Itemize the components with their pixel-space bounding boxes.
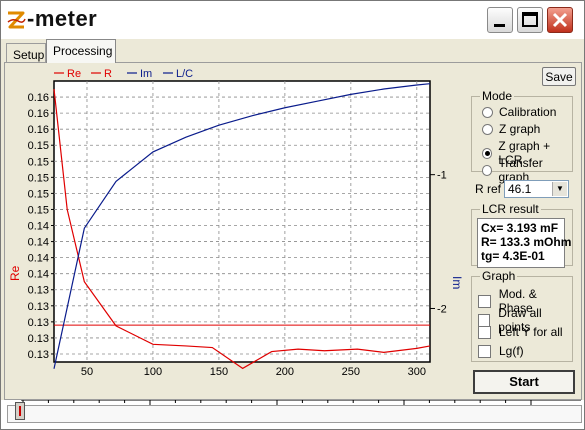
maximize-icon — [522, 12, 538, 27]
minimize-button[interactable] — [487, 7, 513, 33]
app-window: -meter Setup Processing Save Re R Im L/C 0.… — [0, 0, 585, 430]
app-title: -meter — [27, 6, 98, 31]
right-axis-ticks: -1 -2 — [430, 170, 447, 315]
graph-options-group: Graph Mod. & Phase Draw all points Left … — [471, 269, 573, 362]
left-tick-label: 0.13 — [28, 349, 49, 361]
scale-tick-label: 15000 — [394, 400, 425, 402]
checkbox-icon — [478, 344, 491, 358]
chart-legend: Re R Im L/C — [54, 68, 193, 80]
graph-options-label: Graph — [480, 269, 518, 283]
mode-z-graph-radio[interactable]: Z graph — [482, 122, 540, 136]
left-tick-label: 0.15 — [28, 204, 49, 216]
impedance-chart: Re R Im L/C 0.160.160.160.150.150.150.150.1… — [8, 68, 464, 378]
left-tick-label: 0.15 — [28, 172, 49, 184]
slider-marker — [19, 406, 21, 416]
left-tick-label: 0.14 — [28, 221, 49, 233]
left-tick-label: 0.15 — [28, 188, 49, 200]
mode-calibration-radio[interactable]: Calibration — [482, 105, 556, 119]
left-tick-label: 0.13 — [28, 333, 49, 345]
scale-tick-label: 20000 — [516, 400, 547, 402]
legend-label: R — [104, 68, 112, 80]
left-y-for-all-checkbox[interactable]: Left Y for all — [478, 325, 563, 339]
legend-label: Re — [67, 68, 81, 80]
scale-tick-label: 5000 — [144, 400, 168, 402]
frequency-slider-track[interactable] — [7, 405, 582, 423]
right-axis-label: Im — [450, 276, 464, 289]
checkbox-label: Left Y for all — [499, 325, 563, 339]
frequency-slider-thumb[interactable] — [15, 402, 25, 420]
radio-icon — [482, 106, 493, 118]
x-axis-ticks: 50 100 150 200 250 300 — [81, 366, 426, 378]
left-tick-label: 0.15 — [28, 140, 49, 152]
rref-label: R ref — [475, 182, 502, 196]
left-axis-ticks: 0.16 0.16 0.16 0.15 0.15 0.15 0.15 0.15 0.14 0.14… — [28, 92, 54, 361]
left-tick-label: 0.16 — [28, 108, 49, 120]
radio-label: Calibration — [499, 105, 557, 119]
left-tick-label: 0.13 — [28, 285, 49, 297]
radio-icon — [482, 123, 493, 135]
left-tick-label: 0.13 — [28, 317, 49, 329]
rref-value: 46.1 — [508, 182, 532, 196]
x-tick-label: 100 — [144, 366, 162, 378]
left-tick-label: 0.13 — [28, 301, 49, 313]
legend-label: Im — [140, 68, 152, 80]
lcr-resistance: R= 133.3 mOhm — [481, 235, 572, 249]
title-bar: -meter — [1, 1, 584, 39]
plot-area — [53, 80, 431, 363]
lcr-capacitance: Cx= 3.193 mF — [481, 221, 559, 235]
start-button[interactable]: Start — [473, 370, 575, 394]
left-tick-label: 0.15 — [28, 156, 49, 168]
close-button[interactable] — [547, 7, 573, 33]
save-button[interactable]: Save — [542, 67, 576, 86]
z-logo-icon — [7, 11, 26, 29]
left-tick-label: 0.14 — [28, 253, 49, 265]
left-tick-label: 0.14 — [28, 269, 49, 281]
checkbox-label: Lg(f) — [499, 344, 524, 358]
x-tick-label: 150 — [210, 366, 228, 378]
scale-tick-label: 10000 — [271, 400, 302, 402]
mode-group: Mode Calibration Z graph Z graph + LCR T… — [471, 89, 573, 184]
lcr-result-label: LCR result — [480, 202, 541, 216]
x-tick-label: 50 — [81, 366, 93, 378]
checkbox-icon — [478, 325, 491, 339]
x-tick-label: 250 — [342, 366, 360, 378]
legend-label: L/C — [176, 68, 193, 80]
lcr-result-box: Cx= 3.193 mF R= 133.3 mOhm tg= 4.3E-01 — [477, 218, 572, 268]
left-tick-label: 0.16 — [28, 92, 49, 104]
x-tick-label: 300 — [408, 366, 426, 378]
right-tick-label: -2 — [437, 303, 447, 315]
left-tick-label: 0.16 — [28, 124, 49, 136]
lcr-tangent: tg= 4.3E-01 — [481, 249, 545, 263]
right-tick-label: -1 — [437, 170, 447, 182]
minimize-icon — [494, 24, 505, 27]
left-axis-label: Re — [8, 265, 22, 281]
left-tick-label: 0.14 — [28, 237, 49, 249]
tab-processing[interactable]: Processing — [46, 39, 116, 63]
maximize-button[interactable] — [517, 7, 543, 33]
rref-select[interactable]: 46.1 ▼ — [504, 180, 569, 198]
mode-group-label: Mode — [480, 89, 515, 103]
close-icon — [552, 12, 568, 28]
chevron-down-icon[interactable]: ▼ — [552, 182, 567, 196]
radio-icon — [482, 164, 493, 176]
radio-label: Z graph — [499, 122, 541, 136]
lg-f-checkbox[interactable]: Lg(f) — [478, 344, 524, 358]
x-tick-label: 200 — [276, 366, 294, 378]
lcr-result-group: LCR result Cx= 3.193 mF R= 133.3 mOhm tg… — [471, 202, 573, 268]
